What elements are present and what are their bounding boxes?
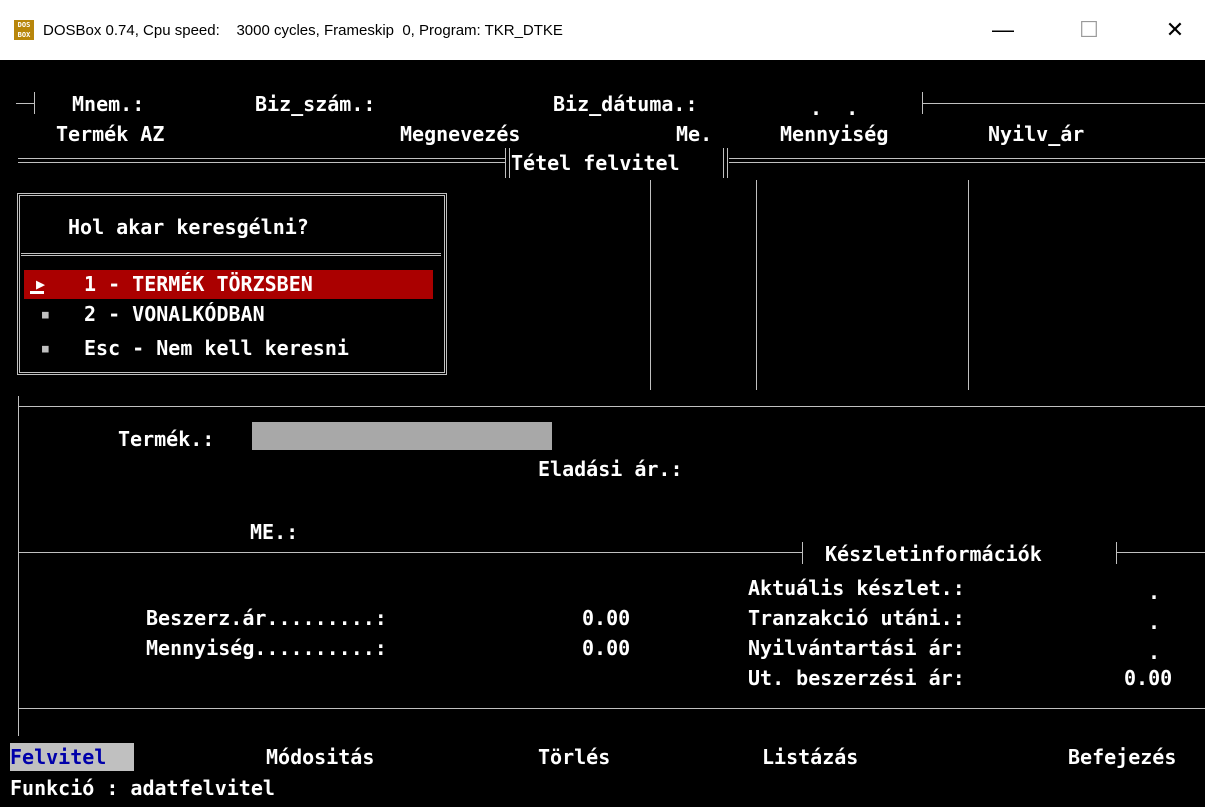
frame-border bbox=[723, 148, 728, 178]
termek-label: Termék.: bbox=[118, 427, 215, 451]
stock-info-title: Készletinformációk bbox=[825, 542, 1042, 566]
option-nem-kell-keresni[interactable]: Esc - Nem kell keresni bbox=[84, 336, 349, 360]
menu-befejezes[interactable]: Befejezés bbox=[1068, 745, 1176, 769]
bullet-icon: ■ bbox=[42, 308, 49, 321]
aktualis-keszlet-label: Aktuális készlet.: bbox=[748, 576, 965, 600]
menu-felvitel[interactable]: Felvitel bbox=[10, 745, 106, 769]
selection-arrow-icon: ▶ bbox=[36, 275, 46, 293]
tranzakcio-utani-value: . bbox=[1148, 610, 1161, 634]
biz-szam-label: Biz_szám.: bbox=[255, 92, 376, 116]
menu-modositas[interactable]: Módositás bbox=[266, 745, 374, 769]
ut-beszerzesi-ar-value: 0.00 bbox=[1124, 666, 1173, 690]
frame-border bbox=[18, 158, 505, 163]
beszerz-ar-value: 0.00 bbox=[582, 606, 631, 630]
frame-border bbox=[18, 708, 1205, 709]
ut-beszerzesi-ar-label: Ut. beszerzési ár: bbox=[748, 666, 965, 690]
mennyiseg-label: Mennyiség..........: bbox=[146, 636, 387, 660]
column-header-me: Me. bbox=[676, 122, 713, 146]
frame-border bbox=[729, 158, 1205, 163]
mennyiseg-value: 0.00 bbox=[582, 636, 631, 660]
nyilvantartasi-ar-value: . bbox=[1148, 640, 1161, 664]
section-title: Tétel felvitel bbox=[511, 151, 680, 175]
option-vonalkodban[interactable]: 2 - VONALKÓDBAN bbox=[84, 302, 265, 326]
frame-border bbox=[1116, 542, 1117, 564]
frame-border bbox=[34, 92, 35, 114]
column-header-megnevezes: Megnevezés bbox=[400, 122, 521, 146]
frame-border bbox=[922, 103, 1205, 104]
frame-border bbox=[18, 406, 1205, 407]
minimize-button[interactable]: — bbox=[980, 12, 1026, 48]
date-value: . . bbox=[810, 96, 859, 120]
biz-datuma-label: Biz_dátuma.: bbox=[553, 92, 698, 116]
mnem-label: Mnem.: bbox=[72, 92, 145, 116]
dos-screen: Mnem.: Biz_szám.: Biz_dátuma.: . . Termé… bbox=[10, 60, 1205, 807]
column-header-mennyiseg: Mennyiség bbox=[780, 122, 889, 146]
title-bar: DOS BOX DOSBox 0.74, Cpu speed: 3000 cycl… bbox=[0, 0, 1205, 60]
status-line: Funkció : adatfelvitel bbox=[10, 776, 275, 800]
menu-torles[interactable]: Törlés bbox=[538, 745, 610, 769]
beszerz-ar-label: Beszerz.ár.........: bbox=[146, 606, 387, 630]
column-header-termek-az: Termék AZ bbox=[56, 122, 165, 146]
frame-border bbox=[505, 148, 510, 178]
frame-border bbox=[802, 542, 803, 564]
tranzakcio-utani-label: Tranzakció utáni.: bbox=[748, 606, 965, 630]
dialog-divider bbox=[21, 253, 441, 256]
column-separator bbox=[756, 180, 757, 390]
column-header-nyilv-ar: Nyilv_ár bbox=[988, 122, 1085, 146]
termek-input[interactable] bbox=[252, 422, 552, 450]
frame-border bbox=[18, 396, 19, 736]
column-separator bbox=[968, 180, 969, 390]
frame-border bbox=[18, 552, 802, 553]
window-title: DOSBox 0.74, Cpu speed: 3000 cycles, Fra… bbox=[43, 22, 563, 39]
frame-border bbox=[1116, 552, 1205, 553]
menu-listazas[interactable]: Listázás bbox=[762, 745, 858, 769]
aktualis-keszlet-value: . bbox=[1148, 580, 1161, 604]
bullet-icon: ■ bbox=[42, 342, 49, 355]
eladasi-ar-label: Eladási ár.: bbox=[538, 457, 683, 481]
column-separator bbox=[650, 180, 651, 390]
me-label: ME.: bbox=[250, 520, 299, 544]
option-termek-torzsben[interactable]: 1 - TERMÉK TÖRZSBEN bbox=[84, 272, 313, 296]
nyilvantartasi-ar-label: Nyilvántartási ár: bbox=[748, 636, 965, 660]
dialog-question: Hol akar keresgélni? bbox=[68, 215, 309, 239]
maximize-button[interactable]: ☐ bbox=[1066, 12, 1112, 48]
close-button[interactable]: ✕ bbox=[1152, 12, 1198, 48]
dosbox-icon: DOS BOX bbox=[14, 20, 34, 40]
frame-border bbox=[16, 103, 34, 104]
